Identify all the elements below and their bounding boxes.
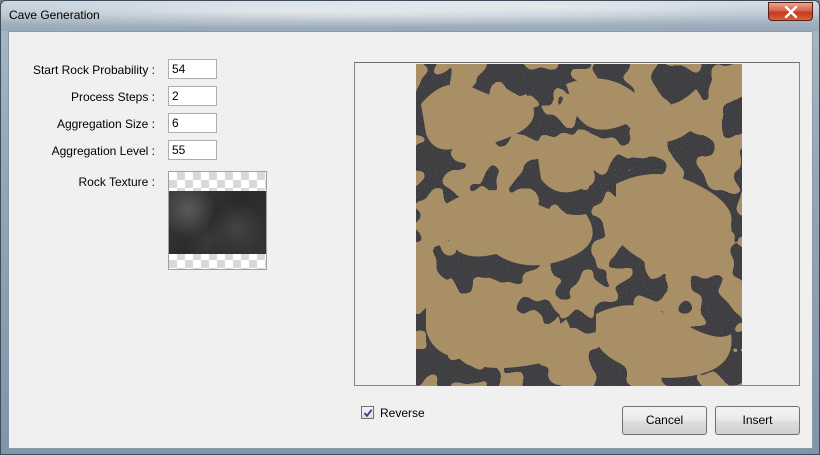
aggregation-size-label: Aggregation Size : [56, 117, 155, 131]
cave-preview-panel [354, 62, 800, 386]
process-steps-input[interactable] [168, 86, 217, 106]
start-rock-probability-label: Start Rock Probability : [32, 63, 155, 77]
title-bar[interactable]: Cave Generation [1, 1, 819, 31]
aggregation-level-label: Aggregation Level : [51, 144, 155, 158]
insert-button[interactable]: Insert [715, 406, 800, 435]
cave-generation-dialog: Cave Generation Start Rock Probability :… [0, 0, 820, 455]
aggregation-size-input[interactable] [168, 113, 217, 133]
reverse-label: Reverse [380, 406, 425, 420]
checkmark-icon [363, 409, 373, 418]
rock-texture-label: Rock Texture : [78, 175, 155, 189]
start-rock-probability-input[interactable] [168, 59, 217, 79]
rock-texture-thumbnail[interactable] [168, 171, 267, 270]
cancel-button[interactable]: Cancel [622, 406, 707, 435]
dialog-client-area: Start Rock Probability : Process Steps :… [8, 31, 813, 449]
rock-texture-image [169, 191, 266, 254]
process-steps-label: Process Steps : [70, 90, 155, 104]
close-button[interactable] [768, 2, 813, 21]
window-title: Cave Generation [9, 8, 100, 22]
reverse-checkbox[interactable] [361, 406, 374, 419]
cave-preview-image [416, 64, 742, 386]
close-icon [784, 6, 798, 18]
aggregation-level-input[interactable] [168, 140, 217, 160]
